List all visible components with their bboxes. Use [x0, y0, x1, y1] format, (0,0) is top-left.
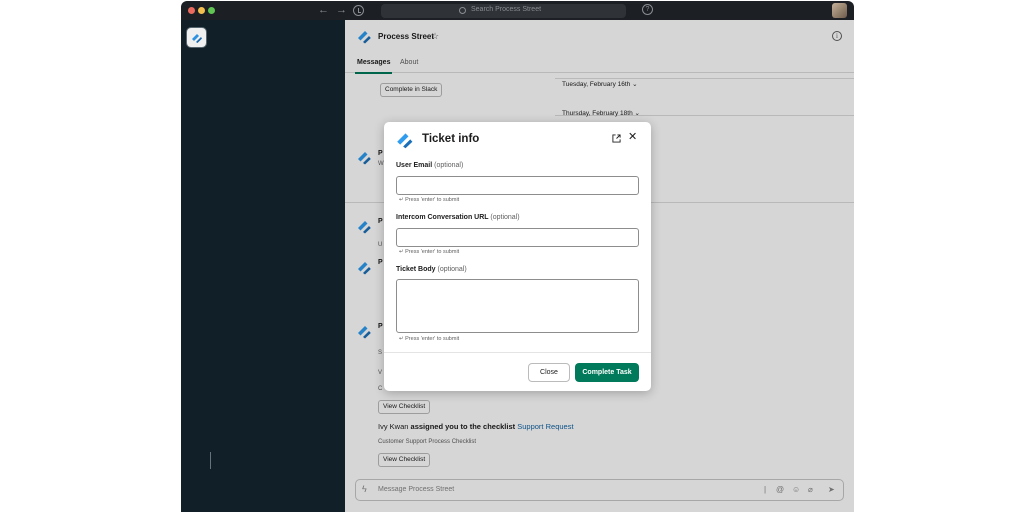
forward-arrow-icon[interactable]: → [336, 4, 347, 16]
close-icon[interactable]: ✕ [628, 132, 637, 143]
close-button[interactable]: Close [528, 363, 570, 382]
complete-task-button[interactable]: Complete Task [575, 363, 639, 382]
search-placeholder: Search Process Street [471, 6, 542, 13]
ticket-body-field[interactable] [396, 279, 639, 333]
search-icon [459, 7, 466, 14]
modal-footer-divider [384, 352, 651, 353]
optional-tag: (optional) [437, 266, 467, 273]
ticket-info-modal: Ticket info ✕ User Email (optional) ↵ Pr… [384, 122, 651, 391]
help-icon[interactable]: ? [642, 4, 653, 15]
intercom-url-label: Intercom Conversation URL (optional) [396, 214, 520, 221]
optional-tag: (optional) [490, 214, 520, 221]
optional-tag: (optional) [434, 162, 464, 169]
user-avatar[interactable] [832, 3, 847, 18]
enter-hint: ↵ Press 'enter' to submit [399, 197, 460, 203]
process-street-logo-icon [397, 133, 413, 149]
modal-backdrop-sidebar [181, 20, 345, 512]
external-link-icon[interactable] [612, 134, 621, 143]
enter-hint: ↵ Press 'enter' to submit [399, 336, 460, 342]
user-email-label: User Email (optional) [396, 162, 463, 169]
close-window-button[interactable] [188, 7, 195, 14]
title-bar: ← → Search Process Street ? [181, 1, 854, 20]
field-label-text: Ticket Body [396, 266, 436, 273]
intercom-url-field[interactable] [396, 228, 639, 247]
field-label-text: Intercom Conversation URL [396, 214, 489, 221]
history-icon[interactable] [353, 5, 364, 16]
user-email-field[interactable] [396, 176, 639, 195]
modal-title: Ticket info [422, 133, 480, 145]
ticket-body-label: Ticket Body (optional) [396, 266, 467, 273]
back-arrow-icon[interactable]: ← [318, 4, 329, 16]
enter-hint: ↵ Press 'enter' to submit [399, 249, 460, 255]
field-label-text: User Email [396, 162, 433, 169]
minimize-window-button[interactable] [198, 7, 205, 14]
search-input[interactable]: Search Process Street [381, 4, 626, 18]
maximize-window-button[interactable] [208, 7, 215, 14]
